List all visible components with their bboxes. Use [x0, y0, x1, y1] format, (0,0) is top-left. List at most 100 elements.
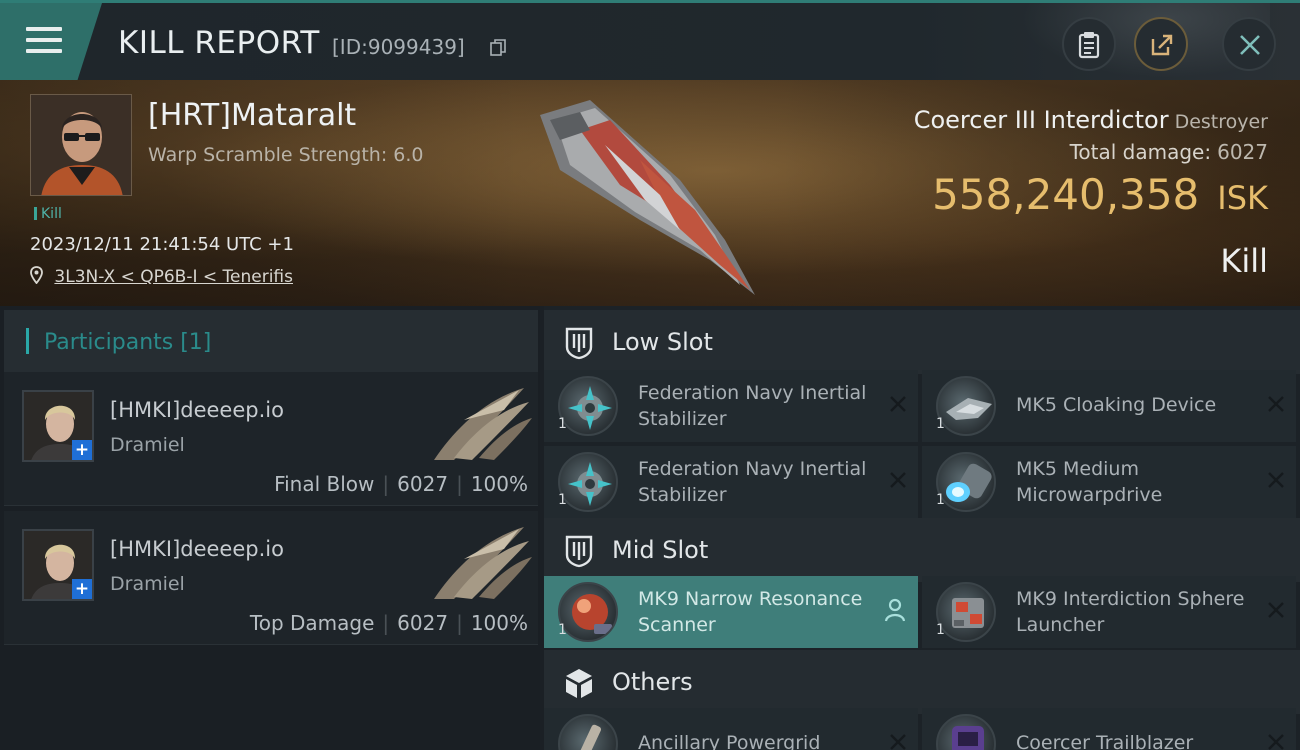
add-contact-icon[interactable]: + [72, 579, 92, 599]
participant-avatar[interactable]: + [22, 390, 94, 462]
resonance-scanner-icon [558, 582, 618, 642]
victim-summary: [HRT]Mataralt Warp Scramble Strength: 6.… [0, 80, 1300, 306]
participant-ship: Dramiel [110, 434, 185, 456]
participant-ship: Dramiel [110, 573, 185, 595]
module-item[interactable]: 1 MK5 Cloaking Device [922, 370, 1296, 442]
module-name: MK9 Interdiction Sphere Launcher [1016, 588, 1245, 636]
module-name: Coercer Trailblazer [1016, 732, 1194, 750]
total-damage: Total damage: 6027 [1070, 140, 1268, 164]
participant-stats: Final Blow | 6027 | 100% [274, 472, 528, 496]
participant-name[interactable]: [HMKI]deeeep.io [110, 537, 284, 561]
module-name: Ancillary Powergrid [638, 732, 821, 750]
close-icon[interactable] [1266, 600, 1286, 620]
module-name: Federation Navy Inertial Stabilizer [638, 382, 867, 430]
person-icon[interactable] [884, 598, 906, 622]
close-icon [1240, 35, 1260, 55]
mid-slot-title: Mid Slot [612, 536, 709, 564]
victim-ship[interactable]: Coercer III Interdictor Destroyer [914, 106, 1268, 134]
module-name: MK9 Narrow Resonance Scanner [638, 588, 863, 636]
inertial-stabilizer-icon [558, 452, 618, 512]
participant-card[interactable]: + [HMKI]deeeep.io Dramiel Top Damage | 602… [4, 511, 538, 645]
low-slot-header: Low Slot [544, 310, 1300, 374]
participant-ship-image [434, 527, 532, 599]
participant-avatar[interactable]: + [22, 529, 94, 601]
inertial-stabilizer-icon [558, 376, 618, 436]
participants-header: Participants [1] [4, 310, 538, 372]
copy-icon[interactable] [490, 39, 506, 57]
clipboard-icon [1078, 32, 1100, 59]
module-quantity: 1 [558, 492, 567, 508]
ship-class: Destroyer [1174, 111, 1268, 133]
participant-card[interactable]: + [HMKI]deeeep.io Dramiel Final Blow | 602… [4, 372, 538, 506]
report-id: [ID:9099439] [332, 35, 465, 59]
trailblazer-icon [936, 714, 996, 750]
low-slot-icon [565, 327, 593, 360]
page-title: KILL REPORT [118, 25, 320, 61]
module-quantity: 1 [558, 622, 567, 638]
module-name: MK5 Cloaking Device [1016, 394, 1217, 416]
module-name: MK5 Medium Microwarpdrive [1016, 458, 1163, 506]
close-icon[interactable] [1266, 470, 1286, 490]
close-icon[interactable] [888, 470, 908, 490]
warp-scramble-strength: Warp Scramble Strength: 6.0 [148, 144, 424, 166]
pilot-portrait-icon [31, 95, 131, 195]
victim-avatar[interactable] [30, 94, 132, 196]
module-item-selected[interactable]: 1 MK9 Narrow Resonance Scanner [544, 576, 918, 648]
add-contact-icon[interactable]: + [72, 440, 92, 460]
participant-percent: 100% [470, 472, 528, 496]
close-icon[interactable] [1266, 394, 1286, 414]
participants-panel: Participants [1] + [HMKI]deeeep.io Drami… [0, 306, 540, 750]
low-slot-title: Low Slot [612, 328, 713, 356]
location-link[interactable]: 3L3N-X < QP6B-I < Tenerifis [54, 267, 293, 287]
cube-icon [566, 669, 592, 698]
participant-name[interactable]: [HMKI]deeeep.io [110, 398, 284, 422]
participant-percent: 100% [470, 611, 528, 635]
clipboard-button[interactable] [1062, 17, 1116, 71]
kill-tag: Kill [34, 206, 62, 222]
fitting-panel: Low Slot 1 Federation Navy Inertial Stab… [544, 306, 1300, 750]
participant-stats: Top Damage | 6027 | 100% [249, 611, 528, 635]
powergrid-icon [558, 714, 618, 750]
module-item[interactable]: 1 MK5 Medium Microwarpdrive [922, 446, 1296, 518]
victim-name[interactable]: [HRT]Mataralt [148, 98, 356, 133]
module-quantity: 1 [936, 416, 945, 432]
isk-unit: ISK [1217, 179, 1268, 217]
others-header: Others [544, 650, 1300, 714]
module-item[interactable]: 1 Coercer Trailblazer [922, 708, 1296, 750]
participants-title: Participants [1] [44, 330, 212, 355]
share-button[interactable] [1134, 17, 1188, 71]
location-pin-icon [30, 266, 43, 285]
kill-datetime: 2023/12/11 21:41:54 UTC +1 [30, 234, 294, 255]
participant-damage: 6027 [397, 611, 449, 635]
menu-button[interactable] [0, 3, 102, 80]
victim-ship-image [540, 100, 755, 295]
module-quantity: 1 [936, 622, 945, 638]
close-icon[interactable] [888, 394, 908, 414]
others-title: Others [612, 668, 693, 696]
close-icon[interactable] [1266, 732, 1286, 750]
ship-name: Coercer III Interdictor [913, 106, 1169, 134]
module-quantity: 1 [558, 416, 567, 432]
module-item[interactable]: 1 Federation Navy Inertial Stabilizer [544, 370, 918, 442]
mid-slot-icon [565, 535, 593, 568]
total-damage-value: 6027 [1217, 140, 1268, 164]
close-icon[interactable] [888, 732, 908, 750]
module-item[interactable]: 1 Ancillary Powergrid [544, 708, 918, 750]
participant-ship-image [434, 388, 532, 460]
close-button[interactable] [1222, 17, 1276, 71]
module-name: Federation Navy Inertial Stabilizer [638, 458, 867, 506]
mid-slot-header: Mid Slot [544, 518, 1300, 582]
isk-value-row: 558,240,358 ISK [932, 170, 1268, 219]
kill-location[interactable]: 3L3N-X < QP6B-I < Tenerifis [30, 266, 293, 287]
module-item[interactable]: 1 Federation Navy Inertial Stabilizer [544, 446, 918, 518]
hamburger-icon [26, 25, 62, 55]
total-damage-label: Total damage: [1069, 140, 1212, 164]
top-bar: KILL REPORT [ID:9099439] [0, 0, 1300, 83]
participant-damage: 6027 [397, 472, 449, 496]
cloaking-device-icon [936, 376, 996, 436]
module-quantity: 1 [936, 492, 945, 508]
module-item[interactable]: 1 MK9 Interdiction Sphere Launcher [922, 576, 1296, 648]
participant-role: Final Blow [274, 472, 375, 496]
interdiction-launcher-icon [936, 582, 996, 642]
microwarpdrive-icon [936, 452, 996, 512]
